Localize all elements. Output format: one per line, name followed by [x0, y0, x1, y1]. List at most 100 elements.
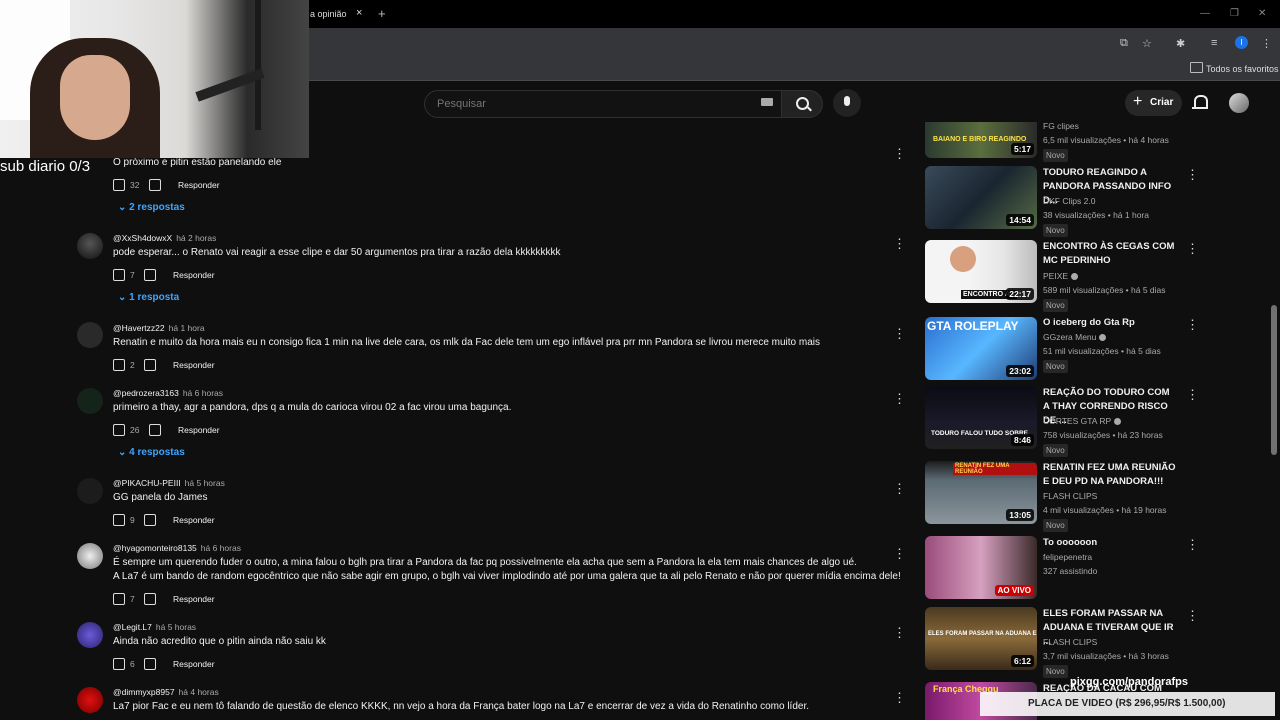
reply-button[interactable]: Responder [173, 594, 215, 604]
voice-search-button[interactable] [833, 89, 861, 117]
comment-menu-icon[interactable]: ⋮ [893, 237, 906, 250]
dislike-icon[interactable] [144, 514, 156, 526]
reply-button[interactable]: Responder [173, 360, 215, 370]
search-button[interactable] [781, 90, 823, 118]
comment-author[interactable]: @PIKACHU-PEIII [113, 478, 181, 488]
new-tab-button[interactable]: + [378, 6, 386, 21]
comment-menu-icon[interactable]: ⋮ [893, 392, 906, 405]
comment-menu-icon[interactable]: ⋮ [893, 482, 906, 495]
extensions-icon[interactable]: ✱ [1176, 37, 1185, 50]
video-thumbnail[interactable]: AO VIVO [925, 536, 1037, 599]
like-icon[interactable] [113, 658, 125, 670]
comment-time[interactable]: há 1 hora [169, 323, 205, 333]
like-icon[interactable] [113, 269, 125, 281]
account-avatar[interactable] [1229, 93, 1249, 113]
video-channel[interactable]: FG clipes [1043, 121, 1079, 131]
video-thumbnail[interactable]: BAIANO E BIRO REAGINDO 5:17 [925, 122, 1037, 158]
comment-time[interactable]: há 5 horas [156, 622, 196, 632]
reply-button[interactable]: Responder [173, 515, 215, 525]
comment-menu-icon[interactable]: ⋮ [893, 547, 906, 560]
video-title[interactable]: To oooooon [1043, 536, 1178, 550]
like-icon[interactable] [113, 514, 125, 526]
like-icon[interactable] [113, 593, 125, 605]
media-icon[interactable]: ≡ [1211, 37, 1217, 49]
video-thumbnail[interactable]: ELES FORAM PASSAR NA ADUANA E 6:12 [925, 607, 1037, 670]
avatar[interactable] [77, 322, 103, 348]
profile-icon[interactable]: I [1235, 36, 1248, 49]
avatar[interactable] [77, 478, 103, 504]
video-thumbnail[interactable]: RENATIN FEZ UMA REUNIÃO 13:05 [925, 461, 1037, 524]
avatar[interactable] [77, 543, 103, 569]
show-replies-button[interactable]: ⌄ 4 respostas [118, 447, 185, 458]
avatar[interactable] [77, 233, 103, 259]
dislike-icon[interactable] [149, 424, 161, 436]
search-input[interactable] [435, 97, 739, 111]
video-thumbnail[interactable]: ENCONTRO ÀS 22:17 [925, 240, 1037, 303]
video-thumbnail[interactable]: 14:54 [925, 166, 1037, 229]
reply-button[interactable]: Responder [173, 270, 215, 280]
notifications-bell-icon[interactable] [1192, 95, 1208, 109]
comment-menu-icon[interactable]: ⋮ [893, 327, 906, 340]
avatar[interactable] [77, 687, 103, 713]
video-channel[interactable]: felipepenetra [1043, 552, 1092, 562]
restore-icon[interactable]: ❐ [1230, 8, 1239, 19]
dislike-icon[interactable] [149, 179, 161, 191]
video-channel[interactable]: FLASH CLIPS [1043, 637, 1097, 647]
browser-tab[interactable]: a opinião × [300, 0, 370, 28]
video-menu-icon[interactable]: ⋮ [1186, 317, 1199, 333]
video-thumbnail[interactable]: TODURO FALOU TUDO SOBRE 8:46 [925, 386, 1037, 449]
comment-author[interactable]: @Legit.L7 [113, 622, 152, 632]
comment-menu-icon[interactable]: ⋮ [893, 626, 906, 639]
dislike-icon[interactable] [144, 593, 156, 605]
like-icon[interactable] [113, 424, 125, 436]
like-icon[interactable] [113, 359, 125, 371]
show-replies-button[interactable]: ⌄ 2 respostas [118, 202, 185, 213]
video-menu-icon[interactable]: ⋮ [1186, 537, 1199, 553]
comment-author[interactable]: @hyagomonteiro8135 [113, 543, 197, 553]
video-channel[interactable]: FLASH CLIPS [1043, 491, 1097, 501]
comment-time[interactable]: há 5 horas [185, 478, 225, 488]
video-channel[interactable]: DKF Clips 2.0 [1043, 196, 1095, 206]
tab-close-icon[interactable]: × [356, 7, 362, 19]
star-icon[interactable]: ☆ [1142, 37, 1152, 50]
create-button[interactable]: + Criar [1125, 90, 1182, 116]
minimize-icon[interactable]: — [1200, 8, 1210, 19]
comment-time[interactable]: há 2 horas [176, 233, 216, 243]
install-icon[interactable]: ⧉ [1120, 37, 1128, 50]
reply-button[interactable]: Responder [173, 659, 215, 669]
video-menu-icon[interactable]: ⋮ [1186, 608, 1199, 624]
avatar[interactable] [77, 388, 103, 414]
video-channel[interactable]: PEIXE [1043, 271, 1079, 281]
comment-author[interactable]: @Havertzz22 [113, 323, 165, 333]
comment-time[interactable]: há 4 horas [179, 687, 219, 697]
dislike-icon[interactable] [144, 359, 156, 371]
keyboard-icon[interactable] [761, 98, 773, 106]
video-title[interactable]: O iceberg do Gta Rp [1043, 316, 1178, 330]
video-thumbnail[interactable]: GTA ROLEPLAY 23:02 [925, 317, 1037, 380]
menu-dots-icon[interactable]: ⋮ [1261, 37, 1272, 50]
video-channel[interactable]: CORTES GTA RP [1043, 416, 1122, 426]
video-title[interactable]: ENCONTRO ÀS CEGAS COM MC PEDRINHO [1043, 240, 1178, 268]
avatar[interactable] [77, 622, 103, 648]
comment-time[interactable]: há 6 horas [183, 388, 223, 398]
comment-author[interactable]: @XxSh4dowxX [113, 233, 172, 243]
video-title[interactable]: RENATIN FEZ UMA REUNIÃO E DEU PD NA PAND… [1043, 461, 1178, 489]
video-menu-icon[interactable]: ⋮ [1186, 387, 1199, 403]
dislike-icon[interactable] [144, 269, 156, 281]
comment-menu-icon[interactable]: ⋮ [893, 691, 906, 704]
video-channel[interactable]: GGzera Menu [1043, 332, 1107, 342]
scrollbar[interactable] [1271, 305, 1277, 455]
video-menu-icon[interactable]: ⋮ [1186, 241, 1199, 257]
comment-author[interactable]: @pedrozera3163 [113, 388, 179, 398]
like-icon[interactable] [113, 179, 125, 191]
comment-menu-icon[interactable]: ⋮ [893, 147, 906, 160]
dislike-icon[interactable] [144, 658, 156, 670]
comment-author[interactable]: @dimmyxp8957 [113, 687, 175, 697]
show-replies-button[interactable]: ⌄ 1 resposta [118, 292, 179, 303]
video-menu-icon[interactable]: ⋮ [1186, 167, 1199, 183]
close-window-icon[interactable]: ✕ [1258, 8, 1266, 19]
reply-button[interactable]: Responder [178, 180, 220, 190]
all-bookmarks-link[interactable]: Todos os favoritos [1206, 64, 1279, 74]
reply-button[interactable]: Responder [178, 425, 220, 435]
comment-time[interactable]: há 6 horas [201, 543, 241, 553]
